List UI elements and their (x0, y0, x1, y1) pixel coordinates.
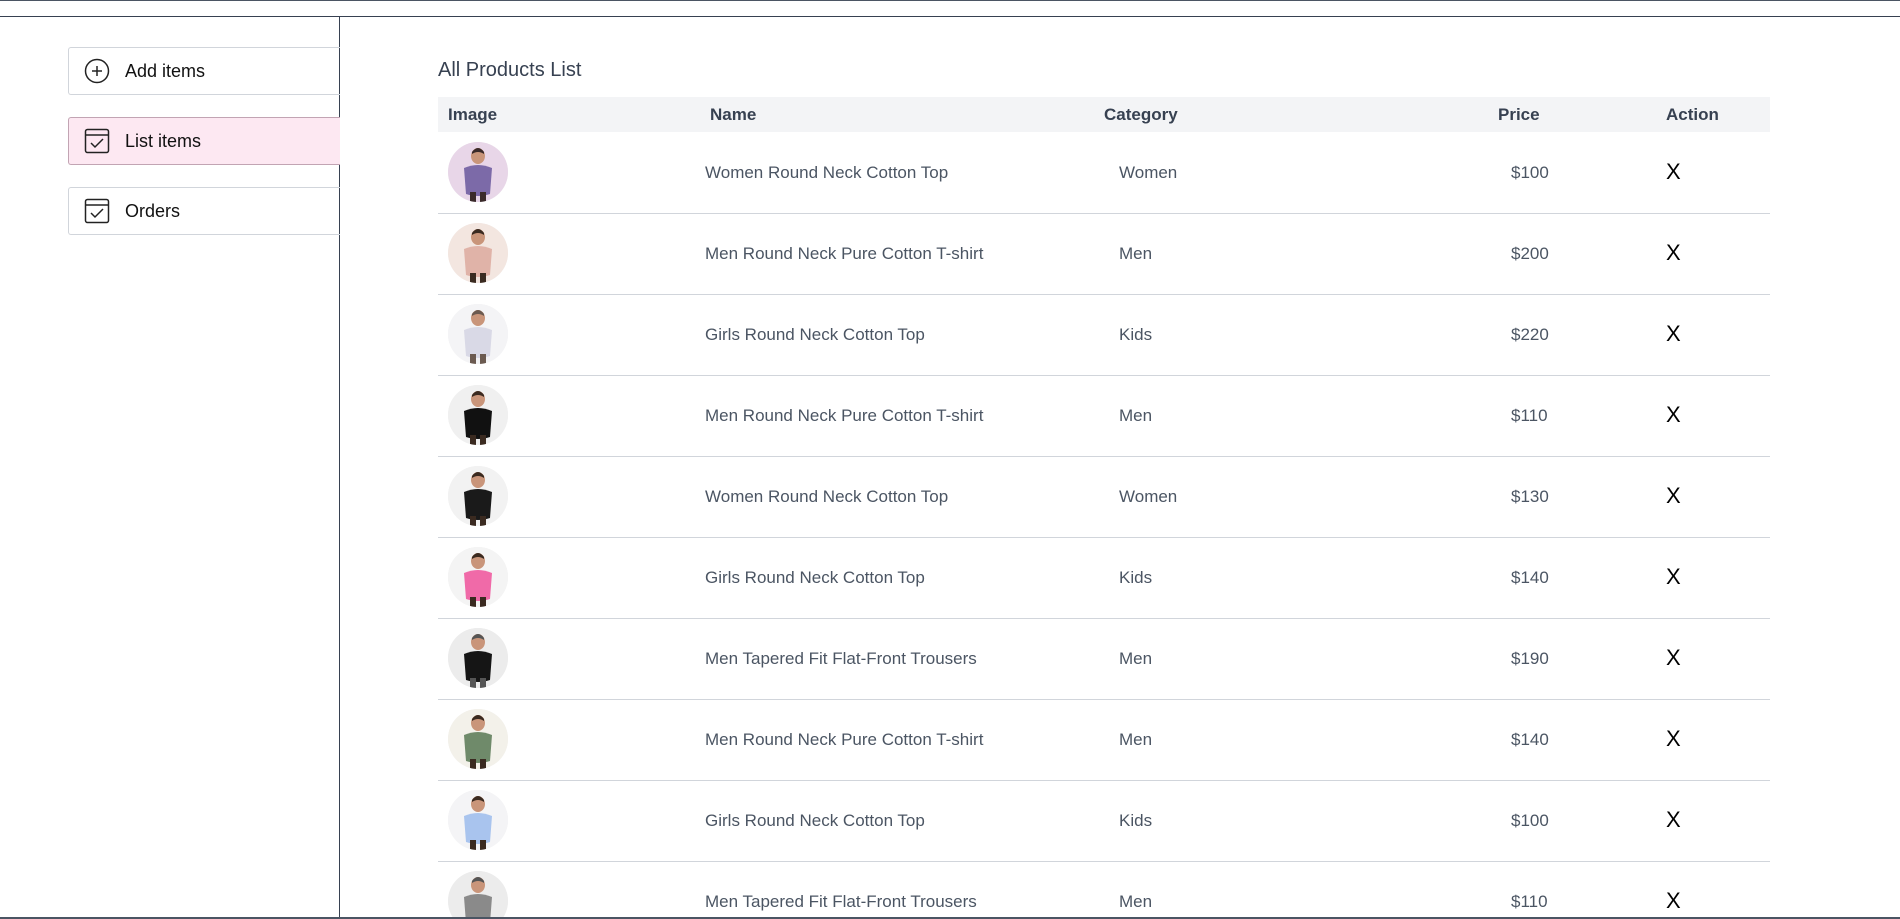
product-category: Men (1119, 406, 1153, 425)
product-price: $140 (1511, 730, 1549, 749)
product-category: Men (1119, 892, 1153, 911)
sidebar-item-list-items[interactable]: List items (68, 117, 340, 165)
sidebar-item-label: Orders (125, 200, 181, 221)
table-row: Men Tapered Fit Flat-Front Trousers Men $1… (438, 861, 1770, 917)
product-category: Men (1119, 730, 1153, 749)
product-image (448, 871, 508, 917)
product-name: Women Round Neck Cotton Top (705, 487, 949, 506)
sidebar-item-label: List items (125, 130, 202, 151)
product-price: $190 (1511, 649, 1549, 668)
page-title: All Products List (438, 59, 582, 81)
product-category: Men (1119, 244, 1153, 263)
remove-item-button[interactable]: X (1666, 483, 1681, 509)
product-name: Men Round Neck Pure Cotton T-shirt (705, 244, 984, 263)
remove-item-button[interactable]: X (1666, 645, 1681, 671)
column-header-price: Price (1498, 105, 1540, 124)
checklist-icon (83, 127, 111, 155)
product-image (448, 790, 508, 850)
remove-item-button[interactable]: X (1666, 240, 1681, 266)
product-image (448, 142, 508, 202)
table-row: Girls Round Neck Cotton Top Kids $220 X (438, 294, 1770, 376)
remove-item-button[interactable]: X (1666, 159, 1681, 185)
product-image (448, 304, 508, 364)
product-price: $130 (1511, 487, 1549, 506)
sidebar-item-label: Add items (125, 60, 206, 81)
product-image (448, 709, 508, 769)
product-image (448, 466, 508, 526)
product-image (448, 385, 508, 445)
sidebar-item-add-items[interactable]: Add items (68, 47, 340, 95)
product-image (448, 547, 508, 607)
table-row: Women Round Neck Cotton Top Women $100 X (438, 132, 1770, 214)
table-header: Image Name Category Price Action (438, 97, 1770, 132)
sidebar-item-orders[interactable]: Orders (68, 187, 340, 235)
column-header-name: Name (710, 105, 757, 124)
table-row: Men Round Neck Pure Cotton T-shirt Men $14… (438, 699, 1770, 781)
product-price: $100 (1511, 811, 1549, 830)
product-price: $110 (1511, 406, 1548, 425)
table-row: Girls Round Neck Cotton Top Kids $100 X (438, 780, 1770, 862)
product-name: Men Tapered Fit Flat-Front Trousers (705, 892, 977, 911)
product-price: $140 (1511, 568, 1549, 587)
product-name: Women Round Neck Cotton Top (705, 163, 949, 182)
product-category: Kids (1119, 811, 1153, 830)
table-row: Women Round Neck Cotton Top Women $130 X (438, 456, 1770, 538)
column-header-action: Action (1666, 105, 1719, 124)
product-price: $100 (1511, 163, 1549, 182)
column-header-image: Image (448, 105, 498, 124)
product-image (448, 223, 508, 283)
product-name: Girls Round Neck Cotton Top (705, 325, 925, 344)
product-category: Men (1119, 649, 1153, 668)
product-name: Girls Round Neck Cotton Top (705, 811, 925, 830)
product-name: Men Round Neck Pure Cotton T-shirt (705, 406, 984, 425)
table-row: Men Round Neck Pure Cotton T-shirt Men $20… (438, 213, 1770, 295)
product-category: Kids (1119, 325, 1153, 344)
product-category: Women (1119, 487, 1178, 506)
remove-item-button[interactable]: X (1666, 726, 1681, 752)
app-window: Add items List items Orders All Products… (0, 0, 1900, 919)
remove-item-button[interactable]: X (1666, 807, 1681, 833)
table-row: Men Round Neck Pure Cotton T-shirt Men $11… (438, 375, 1770, 457)
sidebar: Add items List items Orders (0, 17, 340, 917)
product-image (448, 628, 508, 688)
product-name: Men Tapered Fit Flat-Front Trousers (705, 649, 977, 668)
checklist-icon (83, 197, 111, 225)
table-row: Men Tapered Fit Flat-Front Trousers Men $1… (438, 618, 1770, 700)
product-price: $220 (1511, 325, 1549, 344)
product-name: Men Round Neck Pure Cotton T-shirt (705, 730, 984, 749)
product-name: Girls Round Neck Cotton Top (705, 568, 925, 587)
product-category: Women (1119, 163, 1178, 182)
remove-item-button[interactable]: X (1666, 564, 1681, 590)
add-circle-icon (83, 57, 111, 85)
product-category: Kids (1119, 568, 1153, 587)
remove-item-button[interactable]: X (1666, 402, 1681, 428)
product-price: $110 (1511, 892, 1548, 911)
product-price: $200 (1511, 244, 1549, 263)
remove-item-button[interactable]: X (1666, 888, 1681, 914)
column-header-category: Category (1104, 105, 1178, 124)
table-row: Girls Round Neck Cotton Top Kids $140 X (438, 537, 1770, 619)
remove-item-button[interactable]: X (1666, 321, 1681, 347)
